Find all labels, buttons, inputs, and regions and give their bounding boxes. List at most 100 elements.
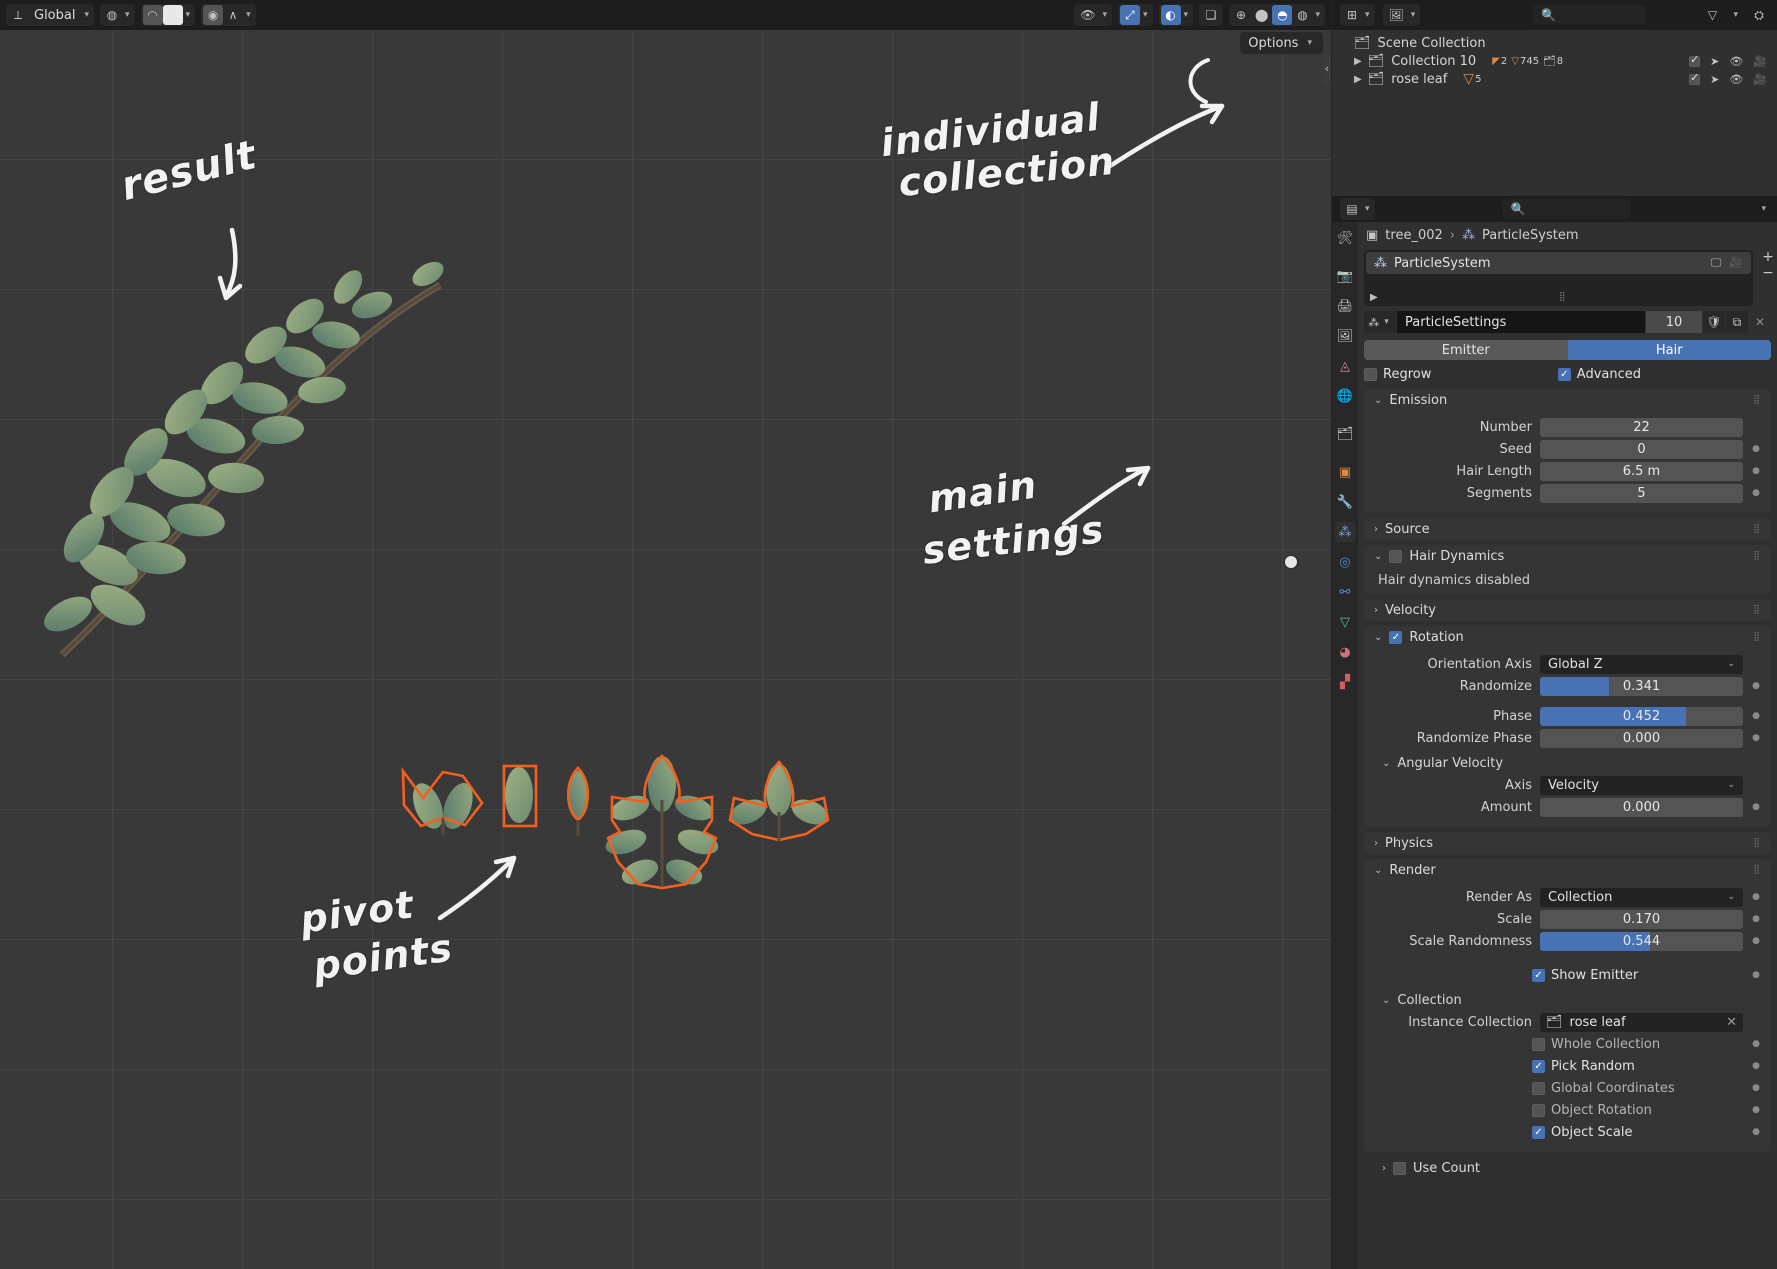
filter-id-icon[interactable]: 🖼 (1385, 5, 1408, 25)
animate-dot[interactable]: ● (1751, 1127, 1761, 1137)
emission-panel-body[interactable]: Number 22 Seed 0 ● Hair Length 6.5 m ● S… (1364, 411, 1771, 513)
angular-amount-field[interactable]: 0.000 (1540, 797, 1743, 817)
eye-icon[interactable]: 👁 (1729, 55, 1743, 68)
animate-dot[interactable]: ● (1751, 488, 1761, 498)
regrow-checkbox-row[interactable]: Regrow (1364, 367, 1431, 382)
hair-toggle[interactable]: Hair (1567, 340, 1771, 360)
particle-system-list-item[interactable]: ⁂ ParticleSystem 🖵 🎥 (1366, 252, 1751, 274)
outliner-display-mode-icon[interactable]: ⊞ (1342, 5, 1362, 25)
animate-dot[interactable]: ● (1751, 970, 1761, 980)
camera-icon[interactable]: 🎥 (1729, 256, 1743, 270)
mesh-data-triangle-icon[interactable]: ▽ (1335, 612, 1355, 632)
visibility-group[interactable]: 👁 ▾ (1074, 4, 1112, 26)
camera-icon[interactable]: 🎥 (1753, 73, 1767, 86)
chevron-down-icon[interactable]: ▾ (1362, 204, 1373, 214)
rotation-panel-header[interactable]: ⌄ ✓ Rotation ⣿ (1364, 626, 1771, 648)
use-count-panel-header[interactable]: › Use Count (1364, 1157, 1771, 1179)
render-camera-icon[interactable]: 📷 (1335, 266, 1355, 286)
chevron-down-icon[interactable]: ▾ (183, 10, 194, 20)
regrow-checkbox[interactable] (1364, 367, 1377, 381)
object-rotation-checkbox[interactable] (1532, 1103, 1545, 1117)
instance-collection-field[interactable]: 🗂 rose leaf ✕ (1540, 1012, 1743, 1032)
field-instance-collection[interactable]: Instance Collection 🗂 rose leaf ✕ (1364, 1012, 1761, 1032)
constraint-icon[interactable]: ⚯ (1335, 582, 1355, 602)
snap-group[interactable]: ◍ ▾ (100, 4, 135, 26)
outliner-row-rose-leaf[interactable]: ▶ 🗂 rose leaf ▽ 5 ➤ 👁 🎥 (1332, 70, 1777, 88)
animate-dot[interactable]: ● (1751, 1061, 1761, 1071)
rotation-panel[interactable]: ⌄ ✓ Rotation ⣿ Orientation Axis Global Z… (1364, 626, 1771, 827)
field-number[interactable]: Number 22 (1364, 417, 1761, 437)
expand-arrow-icon[interactable]: ▶ (1370, 292, 1378, 303)
field-scale[interactable]: Scale 0.170 ● (1364, 909, 1761, 929)
row-object-scale[interactable]: ✓ Object Scale ● (1364, 1122, 1761, 1142)
cursor-arrow-icon[interactable]: ➤ (1710, 55, 1719, 68)
viewport-3d[interactable]: ⟂ Global ▾ ◍ ▾ ◠ ▾ ◉ ∧ ▾ 👁 ▾ ⤢ ▾ ◐ ▾ ❏ ⊕… (0, 0, 1331, 1269)
outliner-row-collection-10[interactable]: ▶ 🗂 Collection 10 ◤ 2 ▽ 745 🗂 8 ➤ 👁 🎥 (1332, 52, 1777, 70)
chevron-down-icon[interactable]: ▾ (1408, 10, 1419, 20)
hair-dynamics-checkbox[interactable] (1389, 549, 1403, 563)
randomize-phase-field[interactable]: 0.000 (1540, 728, 1743, 748)
render-as-dropdown[interactable]: Collection ⌄ (1540, 887, 1743, 907)
proportional-edit-icon[interactable]: ◠ (142, 5, 163, 25)
printer-icon[interactable]: 🖨 (1335, 296, 1355, 316)
screen-display-icon[interactable]: 🖵 (1711, 256, 1722, 270)
object-square-icon[interactable]: ▣ (1335, 462, 1355, 482)
exclude-checkbox[interactable] (1689, 71, 1701, 85)
grip-dots-icon[interactable]: ⣿ (1753, 551, 1761, 561)
collection-box-icon[interactable]: 🗂 (1335, 424, 1355, 444)
images-icon[interactable]: 🖼 (1335, 326, 1355, 346)
field-seed[interactable]: Seed 0 ● (1364, 439, 1761, 459)
material-preview-icon[interactable]: ◓ (1272, 5, 1293, 25)
particle-type-toggle[interactable]: Emitter Hair (1364, 340, 1771, 360)
angular-axis-dropdown[interactable]: Velocity ⌄ (1540, 775, 1743, 795)
advanced-checkbox[interactable]: ✓ (1557, 367, 1571, 381)
fake-user-shield-icon[interactable]: 🛡 (1703, 311, 1725, 333)
row-show-emitter[interactable]: ✓ Show Emitter ● (1364, 965, 1761, 985)
overlays-icon[interactable]: ◐ (1160, 5, 1181, 25)
breadcrumb-particle-system[interactable]: ParticleSystem (1482, 228, 1579, 243)
properties-panel-column[interactable]: ▣ tree_002 › ⁂ ParticleSystem ⁂ Particle… (1358, 222, 1777, 1269)
animate-dot[interactable]: ● (1751, 711, 1761, 721)
render-panel[interactable]: ⌄ Render ⣿ Render As Collection ⌄ ● Scal… (1364, 859, 1771, 1152)
properties-editor-type-button[interactable]: ▤ ▾ (1340, 198, 1375, 220)
outliner-tree[interactable]: 🗂 Scene Collection ▶ 🗂 Collection 10 ◤ 2… (1332, 30, 1777, 88)
emission-panel-header[interactable]: ⌄ Emission ⣿ (1364, 389, 1771, 411)
outliner-row-scene-collection[interactable]: 🗂 Scene Collection (1332, 34, 1777, 52)
x-icon[interactable]: ✕ (1726, 1015, 1737, 1030)
chevron-down-icon[interactable]: ▾ (1099, 10, 1110, 20)
new-copy-icon[interactable]: ⧉ (1726, 311, 1748, 333)
falloff-group[interactable]: ◉ ∧ ▾ (201, 4, 256, 26)
chevron-down-icon[interactable]: ⌄ (1727, 780, 1735, 790)
use-count-checkbox[interactable] (1393, 1161, 1406, 1175)
source-panel-header[interactable]: › Source ⣿ (1364, 518, 1771, 540)
properties-header[interactable]: ▤ ▾ 🔍 ▾ (1332, 196, 1777, 222)
solid-shading-icon[interactable]: ⬤ (1251, 5, 1272, 25)
remove-particle-system-button[interactable]: − (1762, 266, 1774, 280)
chevron-down-icon[interactable]: ▾ (1730, 10, 1741, 20)
object-scale-checkbox[interactable]: ✓ (1532, 1125, 1545, 1139)
animate-dot[interactable]: ● (1751, 802, 1761, 812)
grip-dots-icon[interactable]: ⣿ (1753, 524, 1761, 534)
animate-dot[interactable]: ● (1751, 914, 1761, 924)
field-randomize[interactable]: Randomize 0.341 ● (1364, 676, 1761, 696)
scale-field[interactable]: 0.170 (1540, 909, 1743, 929)
randomize-slider[interactable]: 0.341 (1540, 676, 1743, 696)
number-field[interactable]: 22 (1540, 417, 1743, 437)
outliner-header[interactable]: ⊞ ▾ 🖼 ▾ 🔍 ▽ ▾ ⛭ (1332, 0, 1777, 30)
field-orientation-axis[interactable]: Orientation Axis Global Z ⌄ (1364, 654, 1761, 674)
chevron-right-icon[interactable]: › (1374, 524, 1378, 535)
phase-slider[interactable]: 0.452 (1540, 706, 1743, 726)
funnel-icon[interactable]: ▽ (1702, 5, 1722, 25)
chevron-right-icon[interactable]: › (1374, 605, 1378, 616)
hair-length-field[interactable]: 6.5 m (1540, 461, 1743, 481)
breadcrumb[interactable]: ▣ tree_002 › ⁂ ParticleSystem (1358, 222, 1777, 248)
particle-system-list[interactable]: ⁂ ParticleSystem 🖵 🎥 ▶ ⣿ (1364, 250, 1753, 306)
collection-subpanel-header[interactable]: ⌄ Collection (1364, 987, 1771, 1010)
rendered-shading-icon[interactable]: ◍ (1292, 5, 1312, 25)
field-angular-amount[interactable]: Amount 0.000 ● (1364, 797, 1761, 817)
angular-velocity-subpanel-header[interactable]: ⌄ Angular Velocity (1364, 750, 1771, 773)
filter-settings-icon[interactable]: ⛭ (1749, 5, 1769, 25)
texture-checker-icon[interactable]: ▞ (1335, 672, 1355, 692)
field-randomize-phase[interactable]: Randomize Phase 0.000 ● (1364, 728, 1761, 748)
particle-system-name[interactable]: ParticleSystem (1394, 256, 1491, 271)
